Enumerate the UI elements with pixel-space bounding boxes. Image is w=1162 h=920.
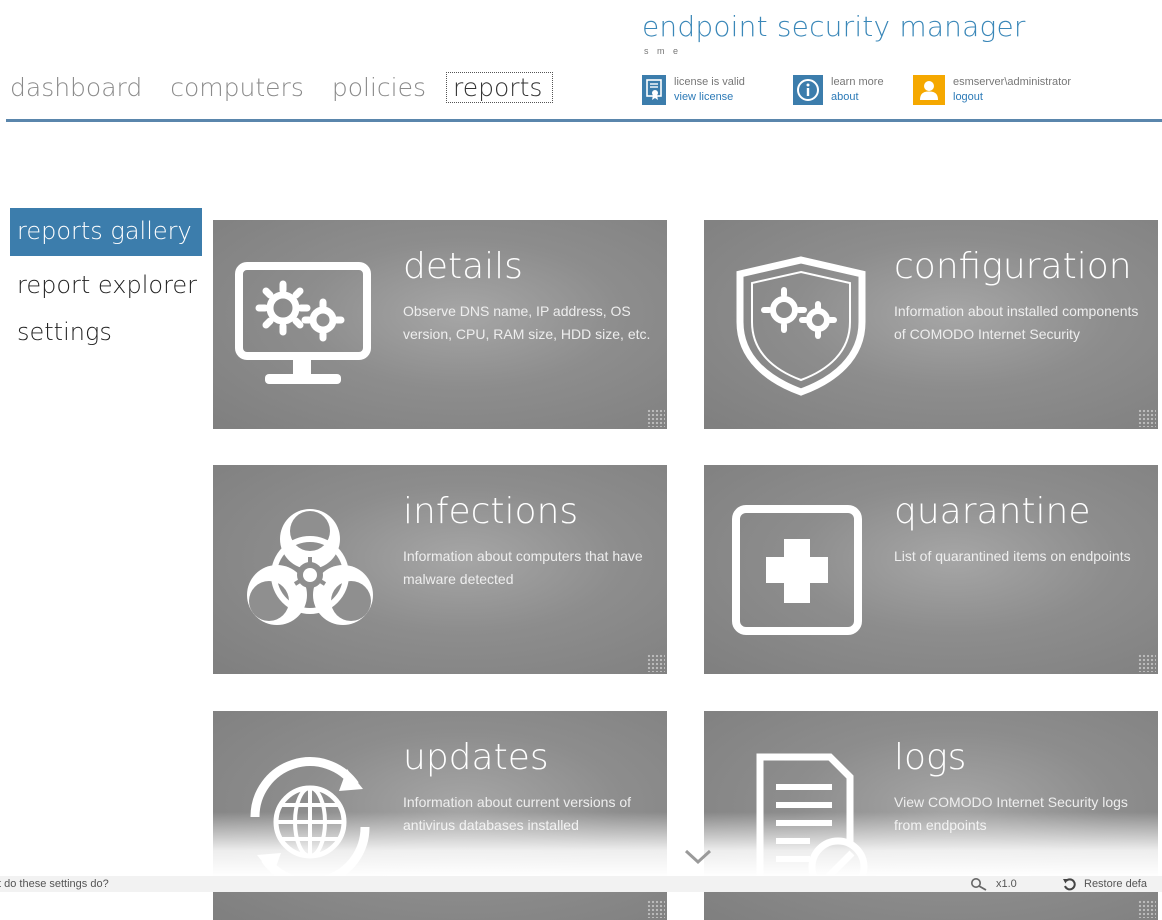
tile-description: Information about computers that have ma… [403,548,643,587]
tile-details[interactable]: details Observe DNS name, IP address, OS… [213,220,667,429]
tile-title: logs [894,737,967,778]
tile-title: details [403,246,523,287]
logout-link[interactable]: logout [953,90,1071,105]
undo-icon [1063,878,1076,891]
resize-grip [1138,654,1156,672]
status-bar: t do these settings do? x1.0 Restore def… [0,876,1162,892]
biohazard-icon [235,501,385,641]
tile-description: View COMODO Internet Security logs from … [894,794,1128,833]
license-block: license is valid view license [642,75,745,105]
tile-description: Information about current versions of an… [403,794,632,833]
magnifier-icon [971,878,987,891]
nav-item-computers[interactable]: computers [170,73,304,102]
resize-grip [647,409,665,427]
tile-title: updates [403,737,549,778]
info-icon[interactable] [793,75,823,105]
resize-grip [647,900,665,918]
sidebar-item-settings[interactable]: settings [10,314,202,350]
resize-grip [1138,409,1156,427]
app-subtitle: s m e [644,46,682,56]
view-license-link[interactable]: view license [674,90,745,105]
restore-defaults-label: Restore defa [1084,878,1147,890]
tile-infections[interactable]: infections Information about computers t… [213,465,667,674]
user-block: esmserver\administrator logout [913,75,1071,105]
shield-gears-icon [726,256,876,396]
chevron-down-icon[interactable] [684,848,712,871]
learn-more-label: learn more [831,76,884,88]
tile-description: Information about installed components o… [894,303,1139,342]
tile-title: configuration [894,246,1132,287]
log-document-icon [726,747,876,897]
monitor-gears-icon [235,256,385,396]
resize-grip [647,654,665,672]
zoom-control[interactable]: x1.0 [970,877,1017,891]
globe-refresh-icon [235,747,385,887]
reports-sidebar: reports gallery report explorer settings [10,208,202,361]
app-title: endpoint security manager [642,10,1026,43]
about-block: learn more about [793,75,884,105]
resize-grip [1138,900,1156,918]
restore-defaults-button[interactable]: Restore defa [1062,877,1147,891]
license-certificate-icon [642,75,666,105]
user-icon [913,75,945,105]
main-nav: dashboard computers policies reports [10,72,581,103]
nav-item-dashboard[interactable]: dashboard [10,73,142,102]
tile-description: Observe DNS name, IP address, OS version… [403,303,651,342]
about-link[interactable]: about [831,90,884,105]
tile-title: infections [403,491,579,532]
nav-item-policies[interactable]: policies [332,73,426,102]
header-divider [6,119,1162,122]
tile-title: quarantine [894,491,1091,532]
sidebar-item-reports-gallery[interactable]: reports gallery [10,208,202,256]
tile-quarantine[interactable]: quarantine List of quarantined items on … [704,465,1158,674]
settings-help-link[interactable]: t do these settings do? [0,878,109,890]
sidebar-item-report-explorer[interactable]: report explorer [10,267,202,303]
user-name: esmserver\administrator [953,76,1071,88]
quarantine-cross-icon [726,501,876,641]
tile-configuration[interactable]: configuration Information about installe… [704,220,1158,429]
zoom-level: x1.0 [996,878,1017,890]
tile-description: List of quarantined items on endpoints [894,548,1131,564]
nav-item-reports[interactable]: reports [446,72,554,103]
license-status: license is valid [674,76,745,88]
